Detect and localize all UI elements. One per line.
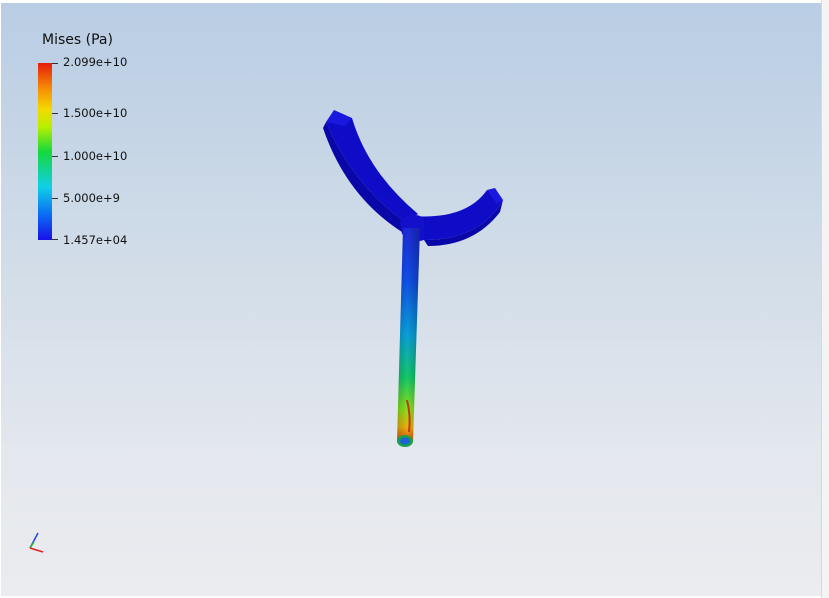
x-axis [29,547,44,553]
fork-stem [397,228,420,442]
fork-left-arm [323,110,418,232]
orientation-axes-triad[interactable] [29,532,44,553]
fork-model-render[interactable] [0,0,829,598]
fork-right-arm [412,188,503,246]
stem-end-cap [397,435,413,447]
